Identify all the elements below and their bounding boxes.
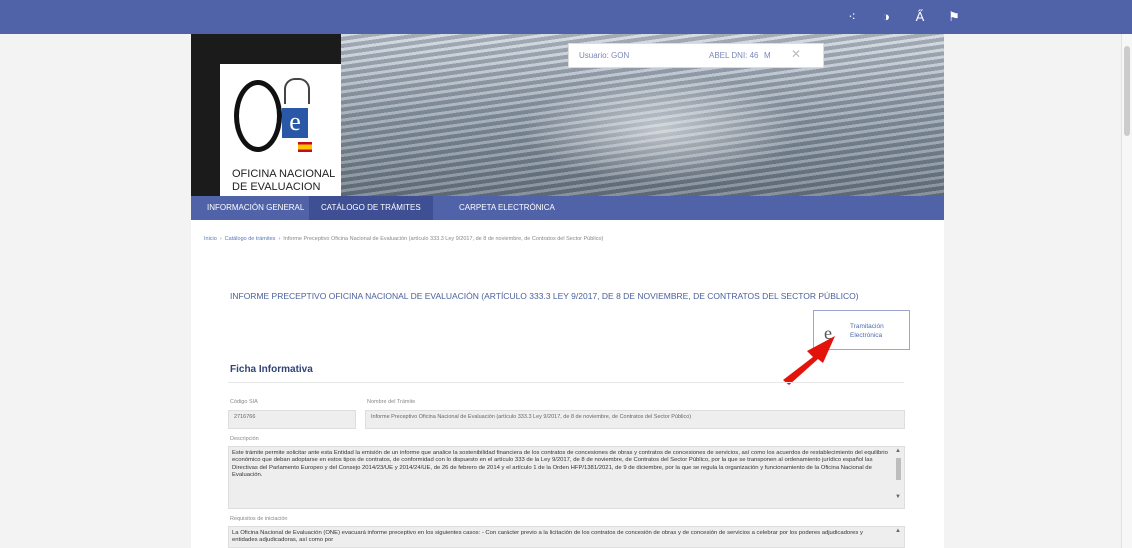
scroll-down-icon[interactable]: ▼ <box>895 494 901 502</box>
user-info-box: Usuario: GON ABEL DNI: 46 M ✕ <box>568 43 824 68</box>
top-bar: ⁖ ◑ A̋ ⚑ <box>0 0 1132 34</box>
tramitacion-label-line2: Electrónica <box>850 332 883 339</box>
breadcrumb-current: Informe Preceptivo Oficina Nacional de E… <box>283 236 604 242</box>
user-initial: M <box>764 51 771 60</box>
header-banner: e OFICINA NACIONAL DE EVALUACION Usuario… <box>191 34 944 196</box>
spain-flag-icon <box>298 142 312 152</box>
breadcrumb-home[interactable]: Inicio <box>204 236 217 242</box>
contrast-icon[interactable]: ◑ <box>878 9 894 25</box>
tramitacion-label-line1: Tramitación <box>850 323 884 330</box>
codigo-sia-label: Código SIA <box>230 399 258 405</box>
accessibility-toolbar: ⁖ ◑ A̋ ⚑ <box>844 9 962 25</box>
logo-e-mark: e <box>282 108 308 138</box>
accessibility-icon[interactable]: ⁖ <box>844 9 860 25</box>
breadcrumb-catalog[interactable]: Catálogo de trámites <box>225 236 276 242</box>
requisitos-scrollbar[interactable]: ▲ <box>894 528 903 546</box>
text-size-icon[interactable]: A̋ <box>912 9 928 25</box>
descripcion-text: Este trámite permite solicitar ante esta… <box>232 450 888 479</box>
page-title: INFORME PRECEPTIVO OFICINA NACIONAL DE E… <box>230 291 859 301</box>
nombre-tramite-label: Nombre del Trámite <box>367 399 416 405</box>
section-divider <box>228 382 904 383</box>
requisitos-textarea[interactable]: La Oficina Nacional de Evaluación (ONE) … <box>228 526 905 548</box>
section-title: Ficha Informativa <box>230 364 313 375</box>
nav-item-carpeta-electronica[interactable]: CARPETA ELECTRÓNICA <box>459 203 555 212</box>
nav-item-informacion-general[interactable]: INFORMACIÓN GENERAL <box>207 203 304 212</box>
main-nav: INFORMACIÓN GENERAL CATÁLOGO DE TRÁMITES… <box>191 196 944 220</box>
scroll-up-icon[interactable]: ▲ <box>895 448 901 456</box>
descripcion-label: Descripción <box>230 436 259 442</box>
requisitos-label: Requisitos de iniciación <box>230 516 288 522</box>
descripcion-scrollbar[interactable]: ▲ ▼ <box>894 448 903 507</box>
scroll-up-icon[interactable]: ▲ <box>895 528 901 536</box>
page-scrollbar[interactable] <box>1121 34 1132 548</box>
requisitos-text: La Oficina Nacional de Evaluación (ONE) … <box>232 530 863 544</box>
codigo-sia-field[interactable]: 2716766 <box>228 410 356 429</box>
nombre-tramite-field[interactable]: Informe Preceptivo Oficina Nacional de E… <box>365 410 905 429</box>
scrollbar-thumb[interactable] <box>1124 46 1130 136</box>
nav-item-catalogo-tramites[interactable]: CATÁLOGO DE TRÁMITES <box>309 196 433 220</box>
logo-n-mark <box>284 78 310 104</box>
site-logo[interactable]: e OFICINA NACIONAL DE EVALUACION <box>220 64 341 196</box>
logo-text-line2: DE EVALUACION <box>232 181 321 193</box>
user-label: Usuario: GON <box>579 51 630 60</box>
user-name: ABEL DNI: 46 <box>709 51 759 60</box>
logo-zero-mark <box>234 80 282 152</box>
close-icon[interactable]: ✕ <box>791 47 801 61</box>
red-arrow-annotation <box>783 336 835 385</box>
breadcrumb: Inicio › Catálogo de trámites › Informe Prec… <box>204 236 604 242</box>
flag-icon[interactable]: ⚑ <box>946 9 962 25</box>
descripcion-textarea[interactable]: Este trámite permite solicitar ante esta… <box>228 446 905 509</box>
logo-text-line1: OFICINA NACIONAL <box>232 168 336 180</box>
